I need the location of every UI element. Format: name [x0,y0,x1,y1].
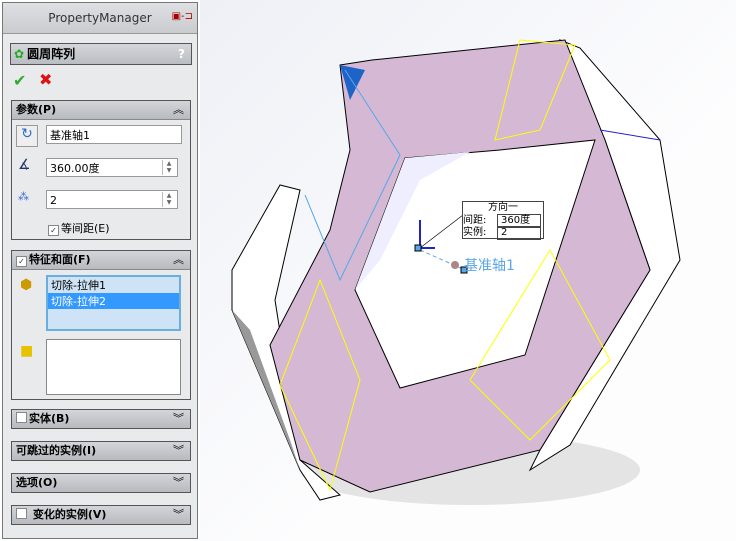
list-item[interactable]: 切除-拉伸1 [48,277,179,293]
features-checkbox[interactable]: ✓ [16,256,27,267]
features-label: 特征和面(F) [29,253,91,266]
graphics-area[interactable]: 方向一 间距: 360度 实例: 2 基准轴1 [200,0,736,541]
bodies-group[interactable]: 实体(B) ︾ [11,409,191,429]
instances-icon: ⁂ [18,190,29,203]
checkbox[interactable]: ✓ [48,225,59,236]
equal-spacing-label: 等间距(E) [61,222,110,235]
features-header[interactable]: ✓ 特征和面(F) ︽ [12,251,190,270]
angle-icon: ∡ [18,157,31,173]
features-list[interactable]: 切除-拉伸1 切除-拉伸2 [46,275,181,331]
cancel-button[interactable]: ✖ [39,70,52,89]
expand-icon[interactable]: ︾ [173,410,184,428]
count-value[interactable]: 2 [497,226,541,240]
collapse-icon[interactable]: ︽ [173,101,184,119]
expand-icon[interactable]: ︾ [173,506,184,524]
skip-instances-group[interactable]: 可跳过的实例(I) ︾ [11,441,191,461]
help-button[interactable]: ? [178,44,185,64]
features-group: ✓ 特征和面(F) ︽ ⬢ 切除-拉伸1 切除-拉伸2 ■ [11,250,191,400]
property-manager: PropertyManager ▣-⊐ ✿ 圆周阵列? ✔ ✖ 参数(P) ︽ ↻ … [2,2,198,539]
count-value: 2 [50,194,57,207]
vary-instances-group[interactable]: 变化的实例(V) ︾ [11,505,191,525]
parameters-group: 参数(P) ︽ ↻ 基准轴1 ∡ 360.00度 ▲ ▼ ⁂ 2 ▲ ▼ ✓ 等间距(E) [11,100,191,240]
parameters-header[interactable]: 参数(P) ︽ [12,101,190,120]
expand-icon[interactable]: ︾ [173,442,184,460]
face-select-icon: ■ [20,343,34,359]
pin-icon[interactable]: ▣-⊐ [172,11,193,22]
count-field[interactable]: 2 ▲ ▼ [46,190,178,209]
axis-field[interactable]: 基准轴1 [46,125,182,144]
feature-title: 圆周阵列 [27,47,76,61]
rotate-axis-icon[interactable]: ↻ [16,125,38,147]
axis-label[interactable]: 基准轴1 [464,255,515,275]
expand-icon[interactable]: ︾ [173,474,184,492]
ok-button[interactable]: ✔ [13,71,26,90]
panel-title: PropertyManager [3,3,197,34]
bodies-checkbox[interactable] [16,412,27,423]
options-label: 选项(O) [16,476,58,489]
vary-label: 变化的实例(V) [32,508,107,521]
collapse-icon[interactable]: ︽ [173,251,184,269]
count-spinner[interactable]: ▲ ▼ [162,192,175,207]
faces-list[interactable] [46,339,181,395]
pattern-callout: 方向一 间距: 360度 实例: 2 [462,201,544,240]
count-label: 实例: [463,227,487,238]
angle-value: 360.00度 [50,162,100,175]
list-item-selected[interactable]: 切除-拉伸2 [48,293,179,309]
equal-spacing-checkbox[interactable]: ✓ 等间距(E) [48,220,110,236]
bodies-label: 实体(B) [29,412,70,425]
vary-checkbox[interactable] [16,508,27,519]
skip-label: 可跳过的实例(I) [16,444,97,457]
feature-select-icon: ⬢ [20,277,33,293]
angle-spinner[interactable]: ▲ ▼ [162,160,175,175]
options-group[interactable]: 选项(O) ︾ [11,473,191,493]
angle-field[interactable]: 360.00度 ▲ ▼ [46,158,178,177]
feature-header: ✿ 圆周阵列? [10,43,192,65]
circular-pattern-icon: ✿ [14,47,25,61]
parameters-label: 参数(P) [16,103,57,116]
callout-title: 方向一 [488,202,518,213]
